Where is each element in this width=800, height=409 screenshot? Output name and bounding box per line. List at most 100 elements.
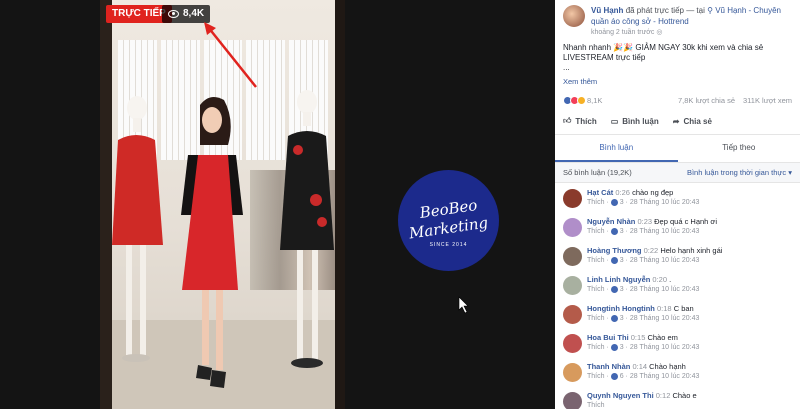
comment-timestamp[interactable]: 0:20	[652, 275, 667, 284]
comment-text: C ban	[673, 304, 694, 313]
comment-button[interactable]: ▭ Bình luận	[611, 116, 659, 126]
post-side-panel: Vũ Hạnh đã phát trực tiếp — tại ⚲ Vũ Hạn…	[555, 0, 800, 409]
list-item: Thanh Nhàn 0:14 Chào hạnh Thích · 6 · 28…	[563, 360, 792, 389]
comment-text: Chào hạnh	[649, 362, 686, 371]
comment-timestamp[interactable]: 0:18	[657, 304, 672, 313]
comment-author[interactable]: Hạt Cát	[587, 188, 613, 197]
share-arrow-icon: ➦	[672, 116, 680, 126]
post-action: đã phát trực tiếp — tại	[625, 6, 705, 15]
comment-author[interactable]: Hoa Bui Thi	[587, 333, 629, 342]
comment-like-link[interactable]: Thích	[587, 286, 605, 293]
comment-date[interactable]: 28 Tháng 10 lúc 20:43	[630, 199, 700, 206]
comment-like-count: 3	[619, 315, 624, 322]
location-pin-icon: ⚲	[707, 6, 713, 15]
avatar[interactable]	[563, 392, 582, 409]
reaction-summary: 8,1K 7,8K lượt chia sẻ 311K lượt xem	[555, 86, 800, 105]
comment-date[interactable]: 28 Tháng 10 lúc 20:43	[630, 373, 700, 380]
video-scene	[112, 90, 334, 388]
beobeo-marketing-logo: BeoBeo Marketing SINCE 2014	[398, 170, 499, 271]
live-video-frame[interactable]	[100, 0, 345, 409]
reaction-count[interactable]: 8,1K	[587, 96, 602, 105]
tab-comments[interactable]: Bình luận	[555, 135, 678, 162]
post-author[interactable]: Vũ Hạnh	[591, 6, 623, 15]
woman-face	[202, 107, 222, 133]
viewer-count: 8,4K	[183, 8, 205, 19]
comment-like-count: 3	[619, 344, 624, 351]
live-video-viewer: TRỰC TIẾP 8,4K BeoBeo Marketing SINCE 20…	[0, 0, 800, 409]
comment-toolbar: Số bình luận (19,2K) Bình luận trong thờ…	[555, 163, 800, 183]
comment-like-count: 3	[619, 257, 624, 264]
comment-like-count: 6	[619, 373, 624, 380]
comment-like-link[interactable]: Thích	[587, 257, 605, 264]
view-count: 311K lượt xem	[743, 96, 792, 105]
comment-author[interactable]: Linh Linh Nguyễn	[587, 275, 650, 284]
comment-text: chào ng đẹp	[632, 188, 674, 197]
post-time[interactable]: khoảng 2 tuần trước ◎	[591, 27, 792, 38]
list-item: Hoa Bui Thi 0:15 Chào em Thích · 3 · 28 …	[563, 331, 792, 360]
share-count[interactable]: 7,8K lượt chia sẻ	[678, 96, 735, 105]
comment-timestamp[interactable]: 0:15	[631, 333, 646, 342]
avatar[interactable]	[563, 363, 582, 382]
comment-meta: Thích	[587, 401, 697, 409]
tab-up-next[interactable]: Tiếp theo	[678, 135, 800, 162]
comment-like-link[interactable]: Thích	[587, 315, 605, 322]
share-button[interactable]: ➦ Chia sẻ	[673, 116, 712, 126]
haha-reaction-icon	[577, 96, 586, 105]
avatar[interactable]	[563, 218, 582, 237]
comment-meta: Thích · 3 · 28 Tháng 10 lúc 20:43	[587, 198, 700, 206]
thumbs-up-icon: 👍︎	[563, 116, 572, 125]
comment-date[interactable]: 28 Tháng 10 lúc 20:43	[630, 315, 700, 322]
comment-meta: Thích · 3 · 28 Tháng 10 lúc 20:43	[587, 227, 700, 235]
list-item: Linh Linh Nguyễn 0:20 . Thích · 3 · 28 T…	[563, 273, 792, 302]
comment-sort-dropdown[interactable]: Bình luận trong thời gian thực ▾	[687, 168, 792, 177]
avatar[interactable]	[563, 334, 582, 353]
avatar[interactable]	[563, 5, 585, 27]
comment-author[interactable]: Hoàng Thương	[587, 246, 642, 255]
comment-date[interactable]: 28 Tháng 10 lúc 20:43	[630, 228, 700, 235]
comment-author[interactable]: Quynh Nguyen Thi	[587, 391, 654, 400]
comment-date[interactable]: 28 Tháng 10 lúc 20:43	[630, 257, 700, 264]
like-reaction-icon	[610, 198, 618, 206]
see-more-link[interactable]: Xem thêm	[555, 73, 800, 86]
comment-like-link[interactable]: Thích	[587, 373, 605, 380]
comment-like-link[interactable]: Thích	[587, 402, 605, 409]
comment-meta: Thích · 6 · 28 Tháng 10 lúc 20:43	[587, 372, 700, 380]
comment-like-count: 3	[619, 286, 624, 293]
comment-author[interactable]: Thanh Nhàn	[587, 362, 630, 371]
comment-like-count: 3	[619, 228, 624, 235]
like-reaction-icon	[610, 227, 618, 235]
comment-meta: Thích · 3 · 28 Tháng 10 lúc 20:43	[587, 314, 700, 322]
globe-icon: ◎	[656, 29, 663, 36]
avatar[interactable]	[563, 276, 582, 295]
reaction-icons[interactable]	[563, 96, 586, 105]
video-stage[interactable]: TRỰC TIẾP 8,4K BeoBeo Marketing SINCE 20…	[0, 0, 555, 409]
comment-like-link[interactable]: Thích	[587, 199, 605, 206]
comment-timestamp[interactable]: 0:22	[644, 246, 659, 255]
comment-timestamp[interactable]: 0:23	[637, 217, 652, 226]
caret-down-icon: ▾	[788, 168, 792, 177]
comment-like-link[interactable]: Thích	[587, 228, 605, 235]
comment-date[interactable]: 28 Tháng 10 lúc 20:43	[630, 344, 700, 351]
avatar[interactable]	[563, 305, 582, 324]
comment-author[interactable]: Nguyễn Nhàn	[587, 217, 635, 226]
like-reaction-icon	[610, 256, 618, 264]
post-actions: 👍︎ Thích ▭ Bình luận ➦ Chia sẻ	[555, 105, 800, 135]
comment-timestamp[interactable]: 0:14	[632, 362, 647, 371]
viewer-count-badge: 8,4K	[162, 5, 211, 23]
mouse-cursor-icon	[458, 296, 469, 314]
comment-date[interactable]: 28 Tháng 10 lúc 20:43	[630, 286, 700, 293]
avatar[interactable]	[563, 189, 582, 208]
mannequin-right-head	[297, 90, 317, 114]
comment-timestamp[interactable]: 0:26	[615, 188, 630, 197]
comment-author[interactable]: Hongtinh Hongtinh	[587, 304, 655, 313]
comment-like-link[interactable]: Thích	[587, 344, 605, 351]
mannequin-left-dress	[112, 135, 163, 245]
comment-text: .	[669, 275, 672, 284]
like-button[interactable]: 👍︎ Thích	[563, 116, 597, 126]
avatar[interactable]	[563, 247, 582, 266]
comment-count: Số bình luận (19,2K)	[563, 168, 632, 177]
list-item: Quynh Nguyen Thi 0:12 Chào e Thích	[563, 389, 792, 409]
comment-timestamp[interactable]: 0:12	[656, 391, 671, 400]
mannequin-left-head	[127, 96, 147, 120]
comment-like-count: 3	[619, 199, 624, 206]
